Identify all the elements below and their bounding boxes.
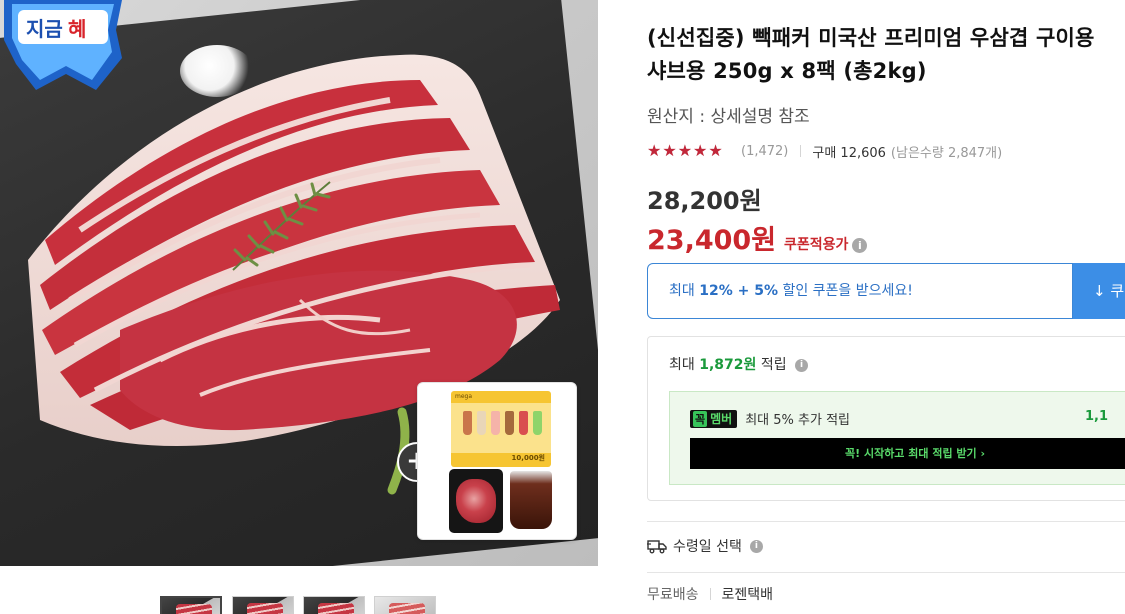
thumbnail-1[interactable] (160, 596, 222, 614)
star-rating-filled-icon: ★★★★★ (647, 141, 724, 160)
member-benefit-box: 꼭 멤버 최대 5% 추가 적립 1,1 꼭! 시작하고 최대 적립 받기 › (669, 391, 1125, 485)
truck-icon (647, 539, 667, 553)
coupon-price-label: 쿠폰적용가 (784, 237, 849, 253)
divider (647, 572, 1125, 573)
info-icon[interactable]: i (852, 238, 868, 253)
member-benefit-value: 1,1 (1085, 409, 1109, 424)
coupon-text-suffix: 할인 쿠폰을 받으세요! (778, 283, 913, 299)
member-row: 꼭 멤버 최대 5% 추가 적립 (690, 409, 1125, 428)
original-price: 28,200원 (647, 187, 762, 215)
coupon-text-prefix: 최대 (669, 283, 700, 299)
member-badge-k: 꼭 (693, 410, 708, 427)
thumbnail-2[interactable] (232, 596, 294, 614)
points-suffix: 적립 (756, 357, 787, 373)
thumbnail-4[interactable] (374, 596, 436, 614)
iced-tea-image (510, 471, 552, 529)
rating-row: ★★★★★ ★★★★★ (1,472) 구매 12,606 (남은수량 2,84… (647, 141, 1003, 161)
member-badge: 꼭 멤버 (690, 409, 738, 428)
member-benefit-text: 최대 5% 추가 적립 (745, 413, 850, 428)
gift-meat-tray-image (449, 469, 503, 533)
points-amount: 1,872원 (699, 357, 757, 373)
promo-badge-logo: 지금 혜 (4, 0, 122, 90)
review-count[interactable]: (1,472) (741, 144, 788, 159)
points-prefix: 최대 (669, 357, 700, 373)
rosemary-garnish (232, 181, 331, 271)
product-main-image[interactable]: 지금 혜 + mega 10,000원 (0, 0, 598, 566)
divider (800, 145, 802, 157)
coupon-download-button[interactable]: ↓ 쿠 (1073, 263, 1125, 319)
coupon-banner[interactable]: 최대 12% + 5% 할인 쿠폰을 받으세요! (647, 263, 1073, 319)
divider (647, 521, 1125, 522)
coupon-percent-1: 12% (699, 283, 733, 299)
coffee-coupon-image: mega 10,000원 (451, 391, 551, 467)
remaining-stock: (남은수량 2,847개) (890, 145, 1003, 161)
product-origin: 원산지 : 상세설명 참조 (647, 107, 810, 127)
divider (709, 588, 711, 600)
points-info-icon[interactable]: i (795, 358, 809, 372)
svg-text:혜: 혜 (68, 17, 86, 41)
thumbnail-3[interactable] (303, 596, 365, 614)
coupon-amount: 10,000원 (511, 454, 545, 462)
svg-text:지금: 지금 (26, 17, 63, 41)
star-rating[interactable]: ★★★★★ ★★★★★ (647, 141, 735, 160)
shipping-row: 무료배송 로젠택배 (647, 585, 773, 603)
coupon-plus: + (732, 283, 755, 299)
points-panel: 최대 1,872원 적립 i 꼭 멤버 최대 5% 추가 적립 1,1 꼭! 시작… (647, 336, 1125, 501)
gift-bundle-card[interactable]: mega 10,000원 (417, 382, 577, 540)
sale-price: 23,400원 (647, 225, 777, 256)
points-title: 최대 1,872원 적립 i (669, 354, 809, 374)
sale-price-row: 23,400원 쿠폰적용가 i (647, 218, 868, 256)
purchase-count: 구매 12,606 (812, 145, 886, 161)
coupon-percent-2: 5% (754, 283, 778, 299)
receive-date-info-icon[interactable]: i (749, 539, 763, 553)
member-start-button[interactable]: 꼭! 시작하고 최대 적립 받기 › (690, 438, 1125, 469)
carrier-name: 로젠택배 (721, 587, 774, 603)
receive-date-row[interactable]: 수령일 선택 i (647, 537, 763, 555)
shipping-fee: 무료배송 (647, 587, 699, 603)
member-badge-label: 멤버 (710, 412, 733, 426)
receive-date-label: 수령일 선택 (673, 539, 742, 555)
product-title: (신선집중) 빽패커 미국산 프리미엄 우삼겹 구이용 샤브용 250g x 8… (647, 26, 1095, 83)
